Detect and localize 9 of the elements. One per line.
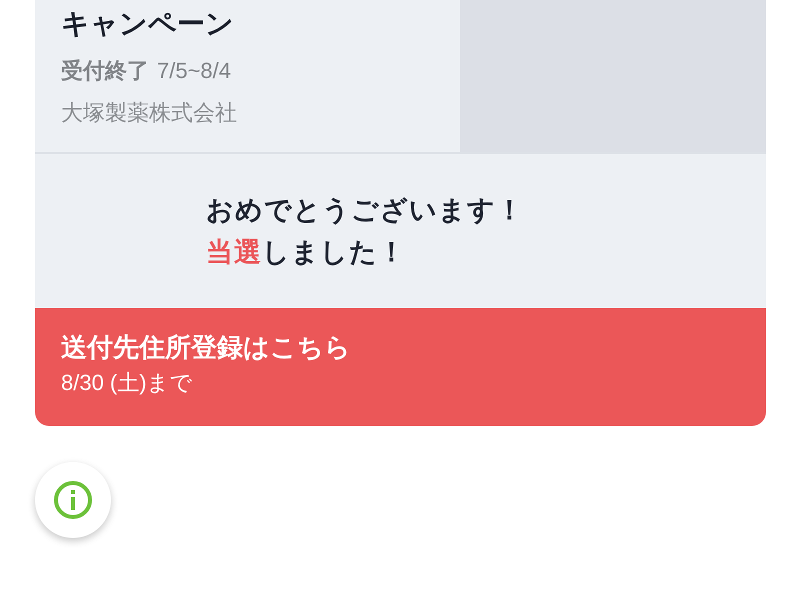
address-registration-button[interactable]: 送付先住所登録はこちら 8/30 (土)まで xyxy=(35,308,766,426)
status-label: 受付終了 xyxy=(61,57,149,85)
info-icon xyxy=(53,480,93,520)
win-message: 当選 しました！ xyxy=(206,236,407,269)
campaign-title: キャンペーン xyxy=(61,7,235,41)
congratulations-text: おめでとうございます！ xyxy=(206,194,524,227)
company-name: 大塚製薬株式会社 xyxy=(61,99,238,127)
info-button[interactable] xyxy=(35,462,111,538)
period-text: 7/5~8/4 xyxy=(157,57,232,85)
